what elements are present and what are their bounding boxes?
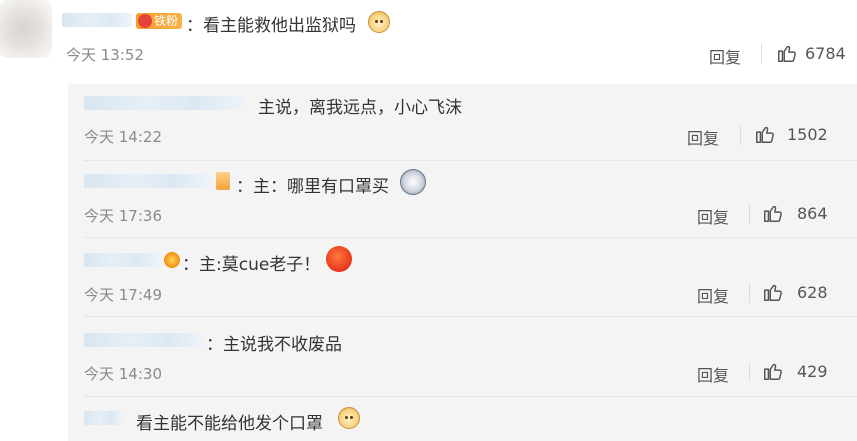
thumbs-up-icon[interactable] [762,281,784,303]
row-divider [84,396,857,397]
reply-time: 今天 17:36 [84,207,162,225]
thumbs-up-icon[interactable] [762,202,784,224]
username-blurred[interactable] [84,96,244,110]
like-count: 1502 [787,125,828,144]
row-divider [84,237,857,238]
reply-text: ：主:莫cue老子！ [182,255,321,275]
reply-button[interactable]: 回复 [687,125,719,149]
doge-emoji-icon [368,11,390,33]
username-blurred[interactable] [84,174,212,188]
username-blurred[interactable] [84,333,204,347]
like-count: 6784 [805,44,846,63]
reply-button[interactable]: 回复 [709,44,741,68]
husky-emoji-icon [400,169,426,195]
thumbs-up-icon[interactable] [762,360,784,382]
action-divider [749,362,750,382]
like-count: 864 [797,204,828,223]
username-blurred[interactable] [62,13,132,27]
reply-text: 看主能不能给他发个口罩 [136,414,323,434]
reply-time: 今天 14:30 [84,365,162,383]
fan-badge: 铁粉 [136,13,183,29]
row-divider [84,316,857,317]
username-blurred[interactable] [84,411,122,425]
username-blurred[interactable] [84,253,160,267]
action-divider [740,125,741,145]
action-divider [761,44,762,64]
reply-text: 主说，离我远点，小心飞沫 [258,98,462,118]
thumbs-up-icon[interactable] [776,42,798,64]
angry-emoji-icon [326,246,352,272]
reply-time: 今天 17:49 [84,286,162,304]
like-count: 429 [797,362,828,381]
reply-button[interactable]: 回复 [697,283,729,307]
avatar[interactable] [0,0,52,58]
like-count: 628 [797,283,828,302]
reply-text: ：主：哪里有口罩买 [236,177,389,197]
user-badge-icon [164,252,180,268]
thumbs-up-icon[interactable] [754,123,776,145]
reply-time: 今天 14:22 [84,128,162,146]
comment-text: ：看主能救他出监狱吗 [186,16,356,36]
action-divider [749,204,750,224]
reply-button[interactable]: 回复 [697,362,729,386]
fan-badge-icon [138,14,152,28]
row-divider [84,160,857,161]
reply-button[interactable]: 回复 [697,204,729,228]
user-badge-icon [216,172,230,190]
action-divider [749,283,750,303]
comment-time: 今天 13:52 [66,46,144,64]
doge-emoji-icon [338,407,360,429]
reply-text: ：主说我不收废品 [206,335,342,355]
